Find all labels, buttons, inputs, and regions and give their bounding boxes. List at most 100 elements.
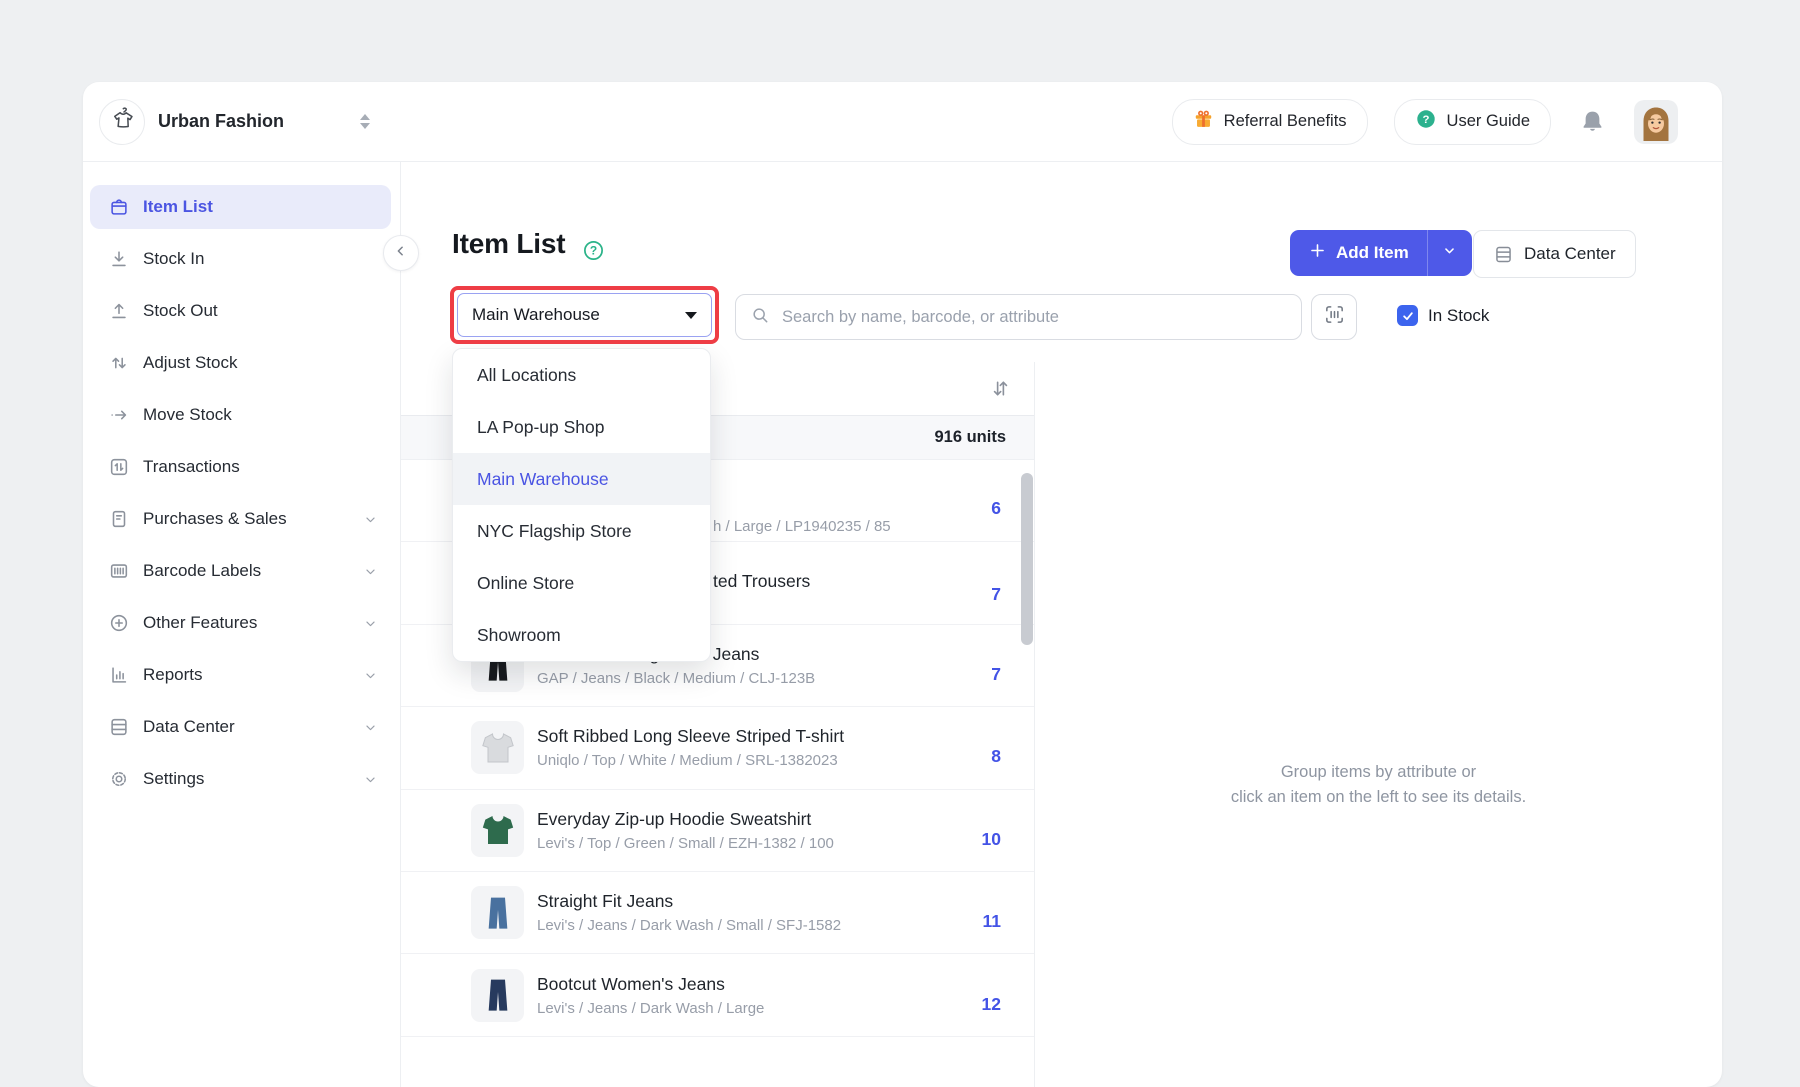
other-features-icon — [108, 612, 130, 634]
adjust-stock-icon — [108, 352, 130, 374]
list-item[interactable]: Bootcut Women's Jeans Levi's / Jeans / Da… — [401, 954, 1034, 1036]
sidebar-item-label: Adjust Stock — [143, 353, 238, 373]
sidebar-item-label: Barcode Labels — [143, 561, 261, 581]
workspace-switcher-icon[interactable] — [360, 114, 370, 129]
list-item[interactable]: Straight Fit Jeans Levi's / Jeans / Dark … — [401, 872, 1034, 954]
sidebar-item-label: Other Features — [143, 613, 257, 633]
data-center-icon — [108, 716, 130, 738]
item-quantity: 8 — [991, 746, 1001, 767]
list-item[interactable]: Everyday Zip-up Hoodie Sweatshirt Levi's … — [401, 790, 1034, 872]
sidebar-item-settings[interactable]: Settings — [90, 757, 391, 801]
chevron-down-icon — [362, 771, 379, 788]
location-dropdown-menu: All LocationsLA Pop-up ShopMain Warehous… — [452, 348, 711, 662]
app-window: Urban Fashion Referral Benef — [83, 82, 1722, 1087]
list-item[interactable]: Soft Ribbed Long Sleeve Striped T-shirtU… — [401, 707, 1034, 789]
workspace-logo[interactable] — [99, 99, 145, 145]
sidebar-item-purchases-sales[interactable]: Purchases & Sales — [90, 497, 391, 541]
chevron-down-icon — [362, 615, 379, 632]
item-title-fragment: ted Trousers — [713, 571, 810, 592]
list-scrollbar-thumb[interactable] — [1021, 473, 1033, 645]
add-item-label: Add Item — [1336, 243, 1409, 263]
item-text: Soft Ribbed Long Sleeve Striped T-shirtU… — [537, 726, 844, 769]
settings-icon — [108, 768, 130, 790]
add-item-button[interactable]: Add Item — [1290, 241, 1427, 265]
item-subtitle: Levi's / Top / Green / Small / EZH-1382 … — [537, 835, 834, 852]
add-item-dropdown-button[interactable] — [1428, 230, 1472, 276]
location-select-value: Main Warehouse — [472, 305, 600, 325]
gift-icon — [1193, 109, 1214, 135]
barcode-scan-button[interactable] — [1311, 294, 1357, 340]
search-bar — [735, 294, 1302, 340]
location-option-online-store[interactable]: Online Store — [453, 557, 710, 609]
chevron-down-icon — [362, 511, 379, 528]
item-title: Everyday Zip-up Hoodie Sweatshirt — [537, 809, 834, 830]
plus-icon — [1308, 241, 1327, 265]
header-actions: Referral Benefits ? User Guide — [1172, 99, 1678, 145]
referral-benefits-button[interactable]: Referral Benefits — [1172, 99, 1368, 145]
workspace-name: Urban Fashion — [158, 111, 284, 132]
sort-icon[interactable] — [989, 377, 1012, 400]
sidebar-item-stock-in[interactable]: Stock In — [90, 237, 391, 281]
sidebar-item-data-center[interactable]: Data Center — [90, 705, 391, 749]
chevron-down-icon — [362, 667, 379, 684]
data-center-button[interactable]: Data Center — [1473, 230, 1636, 278]
item-list-icon — [108, 196, 130, 218]
item-subtitle: Levi's / Jeans / Dark Wash / Large — [537, 1000, 764, 1017]
sidebar-item-adjust-stock[interactable]: Adjust Stock — [90, 341, 391, 385]
item-title: Bootcut Women's Jeans — [537, 974, 764, 995]
sidebar-item-other-features[interactable]: Other Features — [90, 601, 391, 645]
sidebar-item-label: Reports — [143, 665, 203, 685]
desktop-background: Urban Fashion Referral Benef — [0, 0, 1800, 1052]
location-select[interactable]: Main Warehouse — [457, 293, 712, 337]
search-input[interactable] — [780, 307, 1287, 328]
in-stock-checkbox[interactable] — [1397, 305, 1418, 326]
main-content: Item List ? Add Item — [401, 162, 1722, 1087]
sidebar-item-reports[interactable]: Reports — [90, 653, 391, 697]
total-units-value: 916 units — [934, 428, 1006, 447]
barcode-labels-icon — [108, 560, 130, 582]
user-avatar[interactable] — [1634, 100, 1678, 144]
sidebar-collapse-button[interactable] — [383, 235, 419, 271]
chevron-down-icon — [362, 563, 379, 580]
location-option-all-locations[interactable]: All Locations — [453, 349, 710, 401]
item-text: Everyday Zip-up Hoodie Sweatshirt Levi's … — [537, 809, 834, 852]
sidebar-item-label: Item List — [143, 197, 213, 217]
sidebar-item-move-stock[interactable]: Move Stock — [90, 393, 391, 437]
item-thumbnail — [471, 886, 524, 939]
item-thumbnail — [471, 721, 524, 774]
item-subtitle: Levi's / Jeans / Dark Wash / Small / SFJ… — [537, 917, 841, 934]
add-item-split-button: Add Item — [1290, 230, 1472, 276]
detail-panel: Group items by attribute or click an ite… — [1035, 362, 1722, 1087]
sidebar-item-label: Move Stock — [143, 405, 232, 425]
sidebar-item-stock-out[interactable]: Stock Out — [90, 289, 391, 333]
sidebar-item-label: Purchases & Sales — [143, 509, 287, 529]
location-option-showroom[interactable]: Showroom — [453, 609, 710, 661]
chevron-left-icon — [392, 242, 410, 265]
location-option-main-warehouse[interactable]: Main Warehouse — [453, 453, 710, 505]
notifications-bell-icon[interactable] — [1579, 108, 1606, 135]
page-title: Item List — [452, 228, 565, 260]
help-icon[interactable]: ? — [582, 239, 605, 262]
item-quantity: 12 — [982, 994, 1001, 1015]
item-quantity: 7 — [991, 584, 1001, 605]
search-icon — [750, 305, 770, 330]
purchases-sales-icon — [108, 508, 130, 530]
sidebar-item-label: Settings — [143, 769, 204, 789]
stock-out-icon — [108, 300, 130, 322]
in-stock-label: In Stock — [1428, 305, 1489, 326]
user-guide-button[interactable]: ? User Guide — [1394, 99, 1551, 145]
sidebar-item-item-list[interactable]: Item List — [90, 185, 391, 229]
sidebar-item-barcode-labels[interactable]: Barcode Labels — [90, 549, 391, 593]
location-option-nyc-flagship-store[interactable]: NYC Flagship Store — [453, 505, 710, 557]
item-quantity: 10 — [982, 829, 1001, 850]
item-thumbnail — [471, 969, 524, 1022]
item-title: Straight Fit Jeans — [537, 891, 841, 912]
item-quantity: 6 — [991, 498, 1001, 519]
detail-empty-line2: click an item on the left to see its det… — [1035, 785, 1722, 810]
location-option-la-pop-up-shop[interactable]: LA Pop-up Shop — [453, 401, 710, 453]
sidebar-item-label: Stock In — [143, 249, 204, 269]
barcode-scan-icon — [1323, 303, 1346, 331]
database-icon — [1493, 244, 1514, 265]
sidebar-item-transactions[interactable]: Transactions — [90, 445, 391, 489]
chevron-down-icon — [1441, 242, 1458, 264]
